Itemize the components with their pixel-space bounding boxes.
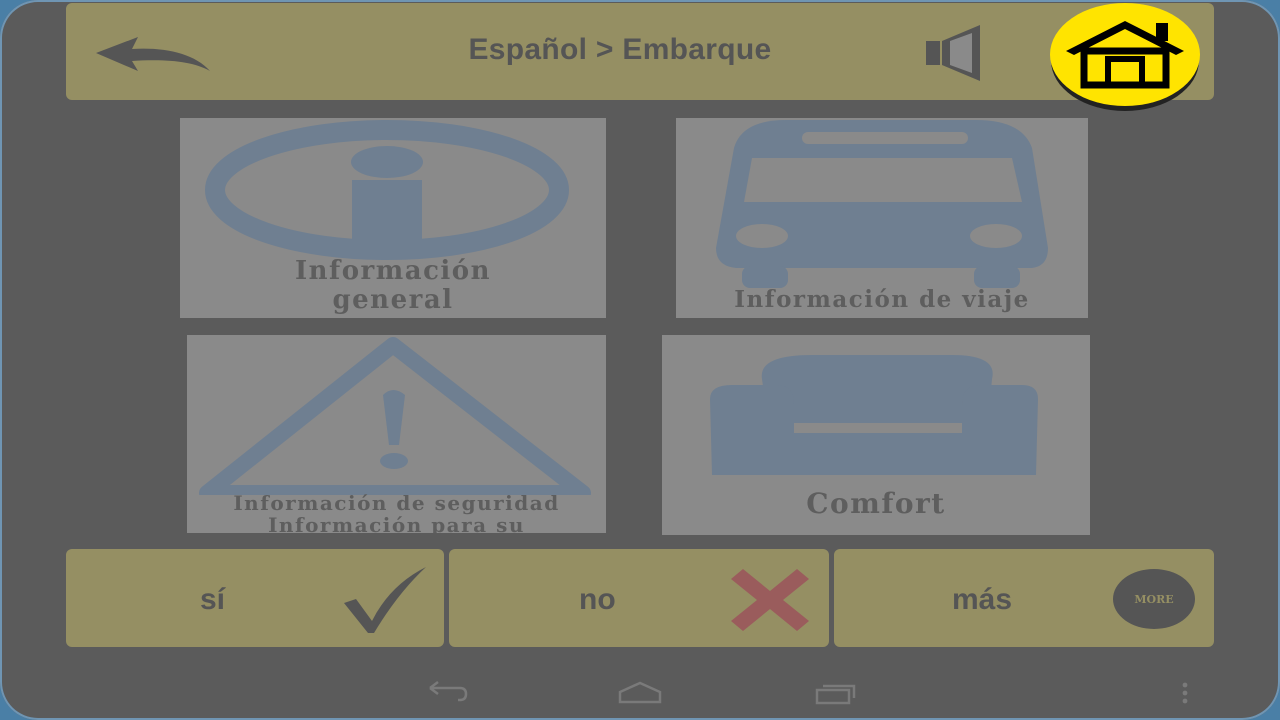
tile-label-line2: general [332, 285, 454, 315]
yes-label: sí [200, 583, 226, 616]
tile-comfort[interactable]: Comfort [662, 335, 1090, 535]
info-icon [205, 120, 569, 260]
page-title: Español > Embarque [468, 33, 772, 66]
checkmark-icon [344, 567, 426, 633]
app-screen: Español > Embarque Información general I… [0, 0, 1280, 720]
speaker-icon [926, 25, 980, 81]
tile-label-line1: Información [294, 256, 492, 286]
tile-label: Información de viaje [734, 286, 1030, 313]
more-label: más [952, 583, 1013, 616]
warning-icon [199, 337, 591, 495]
nav-menu-icon[interactable] [1180, 681, 1190, 707]
tile-safety-info[interactable]: Información de seguridad Información par… [187, 335, 606, 533]
tile-travel-info[interactable]: Información de viaje [676, 118, 1088, 318]
nav-recents-icon[interactable] [814, 680, 858, 706]
more-badge-icon: MORE [1113, 569, 1195, 629]
tile-label-line1: Información de seguridad [233, 491, 560, 515]
home-icon [1066, 21, 1184, 89]
armchair-icon [710, 355, 1038, 475]
tile-general-info[interactable]: Información general [180, 118, 606, 318]
no-button[interactable]: no [449, 549, 829, 647]
bus-icon [716, 120, 1048, 288]
cross-icon [731, 569, 809, 631]
yes-button[interactable]: sí [66, 549, 444, 647]
top-bar: Español > Embarque [66, 3, 1214, 100]
tile-label-line2: Información para su [268, 513, 525, 533]
no-label: no [579, 583, 616, 616]
home-button[interactable] [1050, 3, 1200, 106]
tile-label: Comfort [806, 487, 946, 520]
nav-back-icon[interactable] [424, 680, 468, 706]
speaker-button[interactable] [924, 23, 992, 83]
more-button[interactable]: más MORE [834, 549, 1214, 647]
nav-home-icon[interactable] [617, 680, 663, 706]
